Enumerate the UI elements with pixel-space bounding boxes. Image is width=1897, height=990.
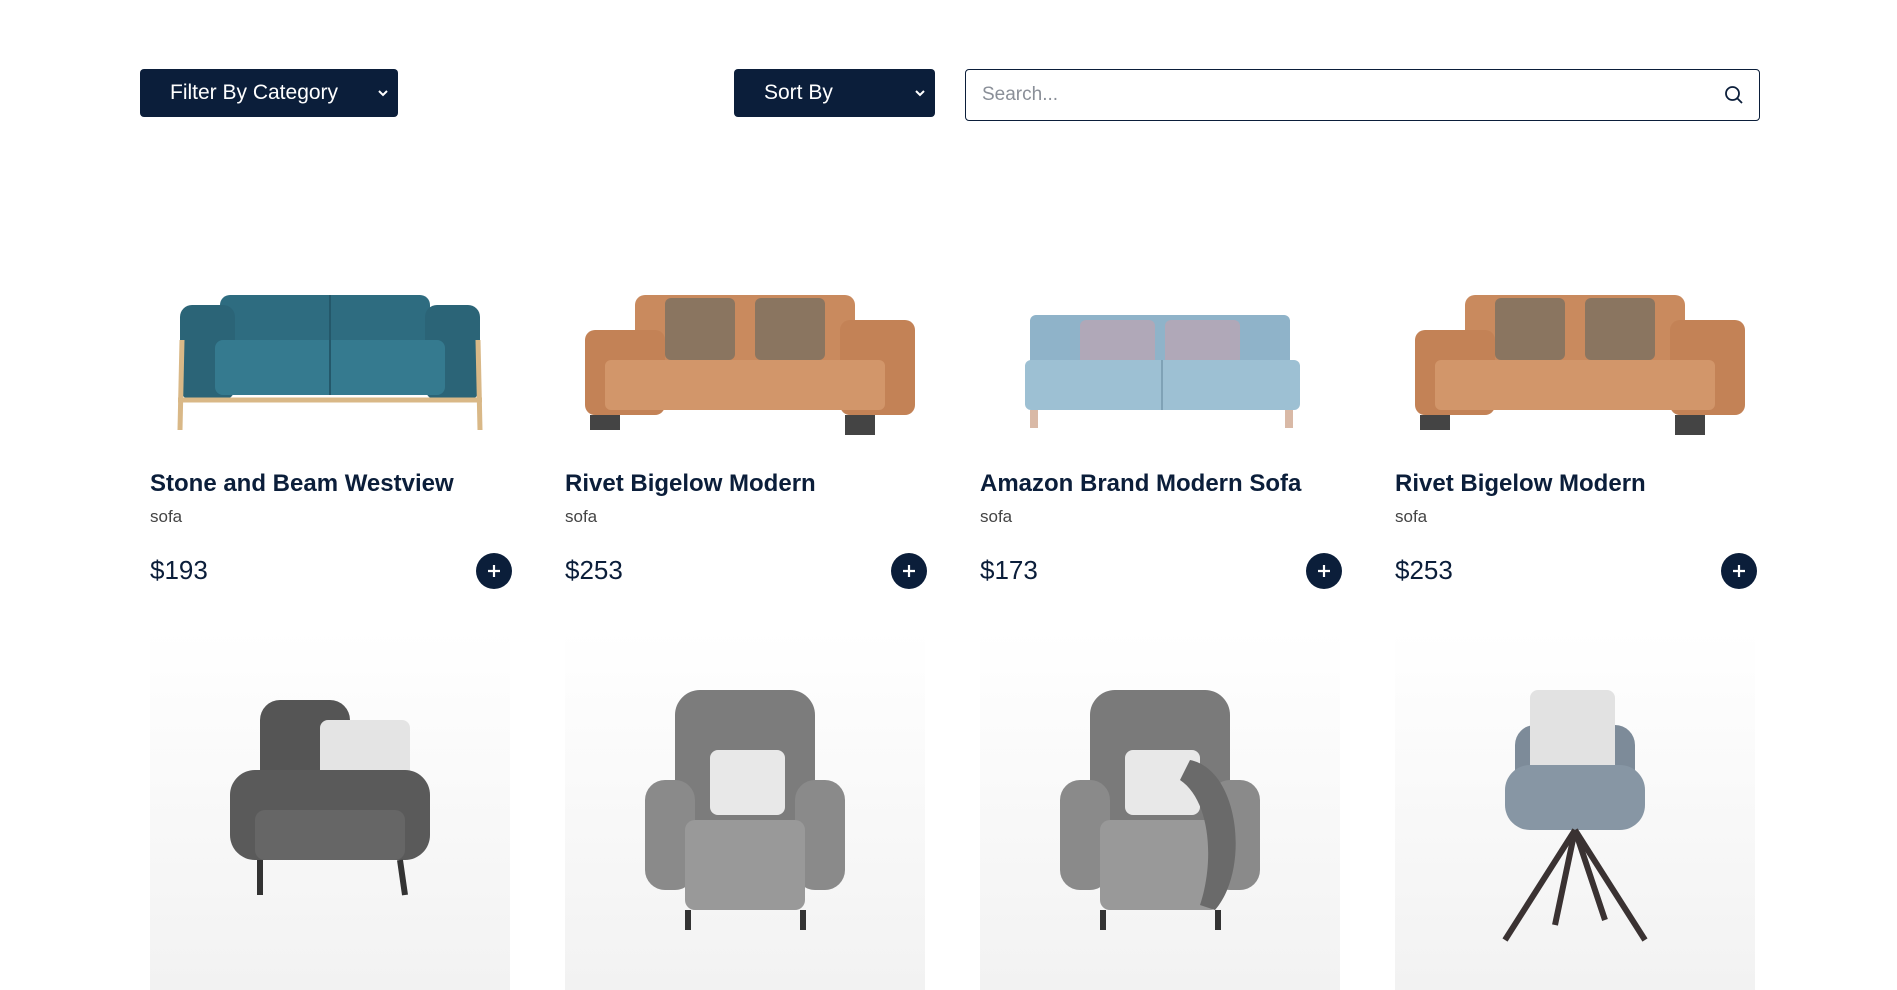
sort-by-dropdown[interactable]: Sort By	[734, 69, 935, 117]
teal-sofa-image	[177, 295, 483, 431]
grey-wingback-armchair-image	[645, 690, 845, 930]
toolbar: Filter By Category Sort By	[140, 69, 1760, 123]
product-image[interactable]	[150, 630, 510, 990]
sort-label: Sort By	[764, 81, 833, 104]
product-category: sofa	[1395, 507, 1428, 526]
search-input[interactable]	[980, 83, 1723, 107]
filter-label: Filter By Category	[170, 81, 339, 104]
product-image[interactable]	[565, 630, 925, 990]
chevron-down-icon	[378, 90, 388, 97]
tan-leather-sofa-image	[585, 295, 915, 435]
add-to-cart-button[interactable]	[891, 553, 927, 589]
grey-wingback-armchair-with-throw-image	[1060, 690, 1260, 930]
product-title[interactable]: Rivet Bigelow Modern	[1395, 470, 1646, 498]
product-category: sofa	[980, 507, 1013, 526]
product-image[interactable]	[1395, 270, 1755, 450]
grey-swivel-chair-image	[1502, 690, 1648, 942]
product-category: sofa	[150, 507, 183, 526]
dark-grey-armchair-image	[230, 700, 430, 896]
product-image[interactable]	[980, 270, 1340, 450]
product-price: $253	[1395, 555, 1453, 585]
product-title[interactable]: Stone and Beam Westview	[150, 470, 454, 498]
add-to-cart-button[interactable]	[1306, 553, 1342, 589]
search-icon[interactable]	[1723, 84, 1745, 106]
product-image[interactable]	[565, 270, 925, 450]
product-image[interactable]	[150, 270, 510, 450]
chevron-down-icon	[915, 90, 925, 97]
search-box	[965, 69, 1760, 121]
product-image[interactable]	[980, 630, 1340, 990]
product-image[interactable]	[1395, 630, 1755, 990]
product-category: sofa	[565, 507, 598, 526]
product-title[interactable]: Rivet Bigelow Modern	[565, 470, 816, 498]
plus-icon	[1318, 565, 1330, 577]
plus-icon	[488, 565, 500, 577]
product-title[interactable]: Amazon Brand Modern Sofa	[980, 470, 1301, 498]
plus-icon	[903, 565, 915, 577]
plus-icon	[1733, 565, 1745, 577]
product-price: $173	[980, 555, 1038, 585]
filter-by-category-dropdown[interactable]: Filter By Category	[140, 69, 398, 117]
product-price: $253	[565, 555, 623, 585]
tan-leather-sofa-image	[1415, 295, 1745, 435]
add-to-cart-button[interactable]	[476, 553, 512, 589]
light-blue-sofa-image	[1025, 315, 1300, 428]
add-to-cart-button[interactable]	[1721, 553, 1757, 589]
product-price: $193	[150, 555, 208, 585]
